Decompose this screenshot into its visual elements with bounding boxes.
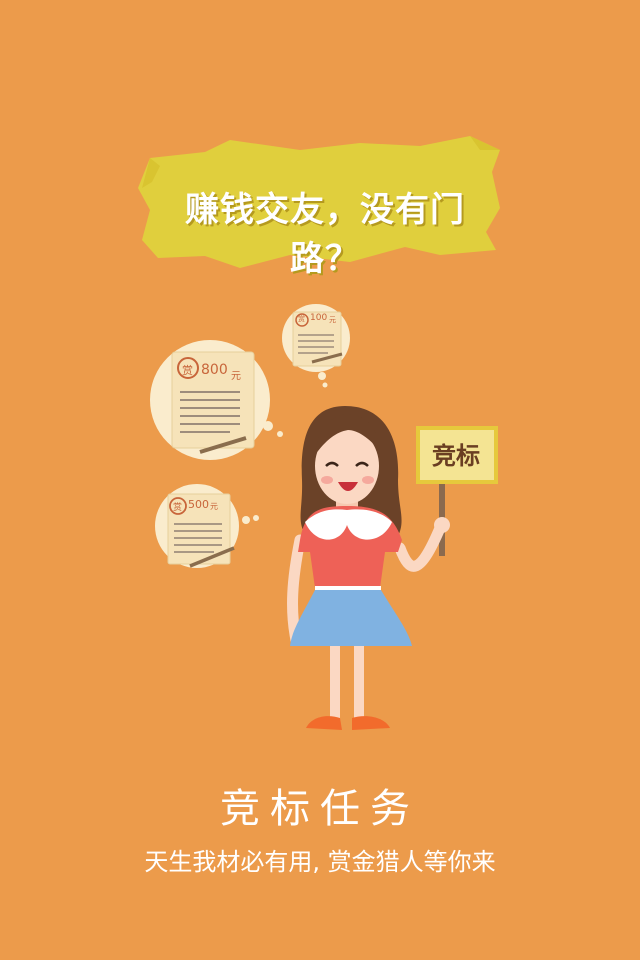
bubble-500-badge: 赏 [173,503,183,513]
bubble-100-unit: 元 [329,316,336,324]
bubble-500-value: 500 [188,498,209,511]
bubble-800-value: 800 [201,362,228,378]
bubble-800-unit: 元 [231,371,241,382]
onboarding-screen: 赚钱交友，没有门路？ 赏 800 元 赏 100 元 赏 500 元 竞标 竞标… [0,0,640,960]
bubble-100-badge: 赏 [298,315,305,323]
reward-bubble-800 [150,340,283,460]
bubble-500-unit: 元 [210,502,218,511]
bubble-800-badge: 赏 [182,364,193,377]
bubble-100-value: 100 [310,313,328,323]
sign-label: 竞标 [432,442,480,470]
reward-bubble-500 [155,484,259,568]
page-title: 竞标任务 [220,786,420,832]
page-subtitle: 天生我材必有用, 赏金猎人等你来 [144,848,496,876]
